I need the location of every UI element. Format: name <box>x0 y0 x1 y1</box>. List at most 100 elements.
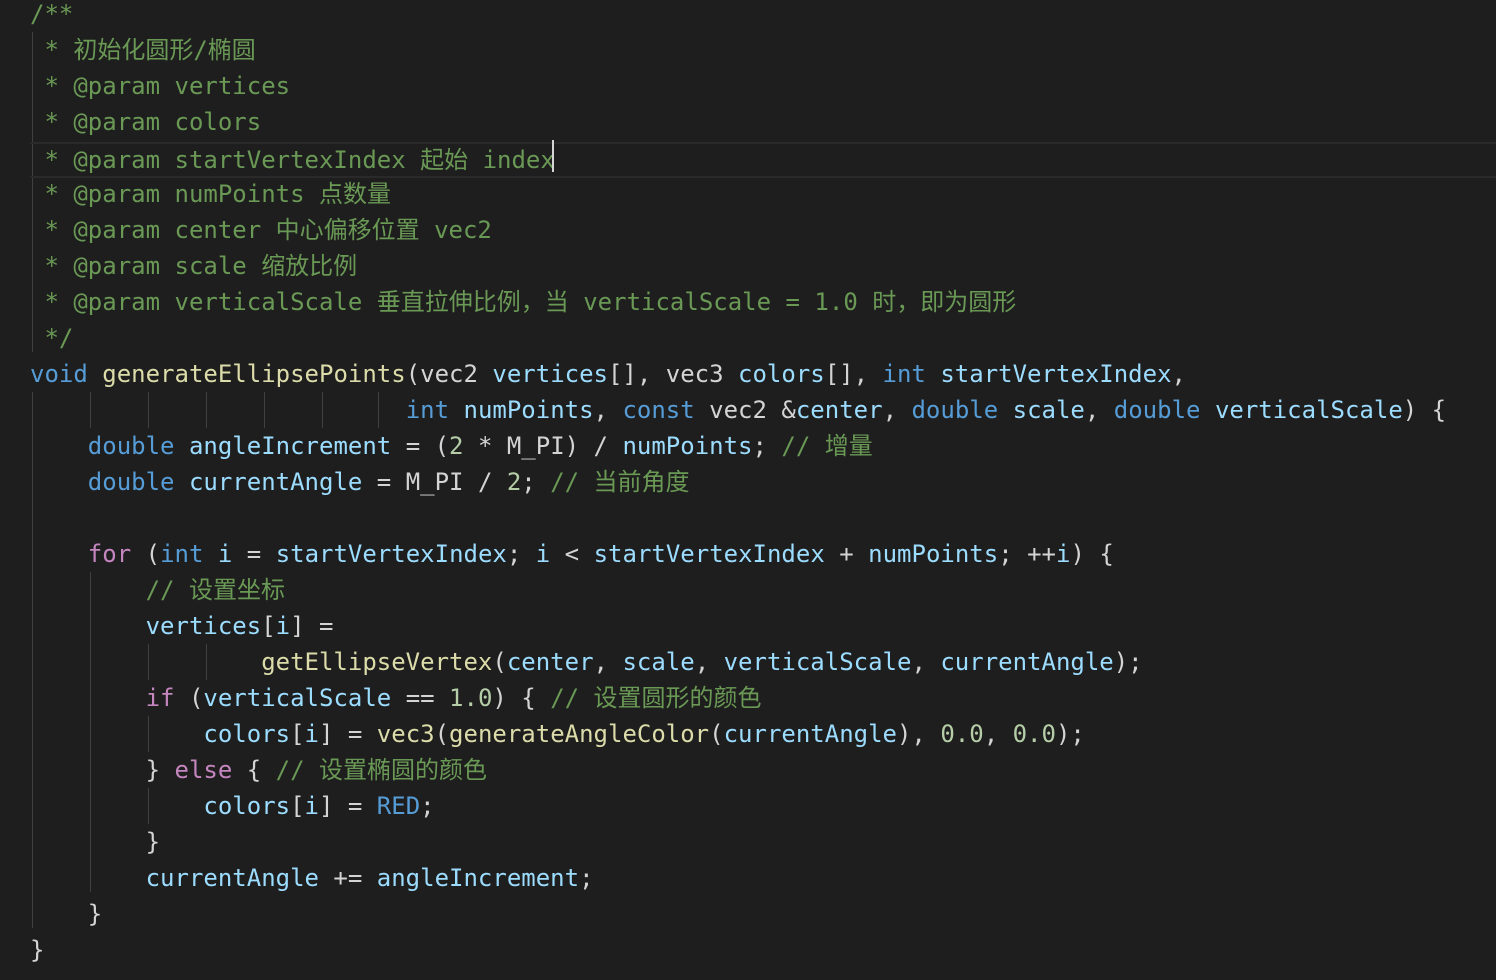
code-line[interactable]: vertices[i] = <box>30 608 334 644</box>
code-token: getEllipseVertex <box>261 648 493 676</box>
code-token: ) { <box>1402 396 1447 424</box>
code-token: 0.0 <box>1012 720 1056 748</box>
code-token: , <box>593 396 623 424</box>
code-token: i <box>535 540 551 568</box>
code-token: * @param center 中心偏移位置 vec2 <box>30 216 492 244</box>
code-token: vec2 & <box>694 396 796 424</box>
code-token: RED <box>376 792 421 820</box>
code-token: /** <box>30 0 74 28</box>
code-token: vertices <box>492 360 608 388</box>
code-token: ( <box>492 648 507 676</box>
code-token: * @param colors <box>30 108 262 136</box>
code-token: */ <box>30 324 74 352</box>
code-token: // 设置坐标 <box>145 576 285 604</box>
code-line[interactable]: int numPoints, const vec2 &center, doubl… <box>30 392 1446 428</box>
code-token: double <box>911 396 999 424</box>
code-line[interactable]: * @param verticalScale 垂直拉伸比例，当 vertical… <box>30 284 1016 320</box>
code-line[interactable]: for (int i = startVertexIndex; i < start… <box>30 536 1114 572</box>
code-line[interactable]: * @param center 中心偏移位置 vec2 <box>30 212 492 248</box>
code-token: ; <box>420 792 435 820</box>
code-line[interactable]: } <box>30 824 160 860</box>
code-token: generateAngleColor <box>449 720 710 748</box>
code-token: } <box>30 900 103 928</box>
code-line[interactable]: /** <box>30 0 73 32</box>
code-line[interactable]: * @param scale 缩放比例 <box>30 248 357 284</box>
code-token: // 当前角度 <box>550 468 690 496</box>
code-line[interactable]: } else { // 设置椭圆的颜色 <box>30 752 487 788</box>
code-token: , <box>882 396 912 424</box>
code-token: ; <box>752 432 782 460</box>
code-token: ( <box>131 540 161 568</box>
code-token: void <box>30 360 88 388</box>
code-token: , <box>911 648 941 676</box>
code-line[interactable]: * @param numPoints 点数量 <box>30 176 391 212</box>
code-token: ( <box>434 720 450 748</box>
code-line[interactable]: * 初始化圆形/椭圆 <box>30 32 256 68</box>
code-line[interactable]: getEllipseVertex(center, scale, vertical… <box>30 644 1142 680</box>
code-token: += <box>318 864 377 892</box>
code-token: * @param startVertexIndex 起始 index <box>30 146 555 174</box>
code-token: startVertexIndex <box>593 540 825 568</box>
code-editor[interactable]: /** * 初始化圆形/椭圆 * @param vertices * @para… <box>0 0 1496 980</box>
code-line[interactable]: colors[i] = vec3(generateAngleColor(curr… <box>30 716 1085 752</box>
code-token: ] = <box>319 720 377 748</box>
code-token: , <box>1171 360 1186 388</box>
code-token: vec3 <box>376 720 435 748</box>
code-token: ( <box>709 720 724 748</box>
code-line[interactable]: if (verticalScale == 1.0) { // 设置圆形的颜色 <box>30 680 762 716</box>
code-token: = ( <box>391 432 450 460</box>
code-line[interactable]: colors[i] = RED; <box>30 788 435 824</box>
code-token: center <box>795 396 883 424</box>
code-token: startVertexIndex <box>940 360 1172 388</box>
code-token: , <box>694 648 724 676</box>
code-line[interactable]: } <box>30 896 102 932</box>
code-token: i <box>1055 540 1071 568</box>
code-token: currentAngle <box>188 468 363 496</box>
code-token: [ <box>290 720 305 748</box>
code-token: i <box>304 720 319 748</box>
code-line[interactable]: * @param colors <box>30 104 261 140</box>
code-token: angleIncrement <box>188 432 392 460</box>
text-cursor <box>552 140 554 172</box>
code-token: i <box>304 792 319 820</box>
code-line[interactable]: double currentAngle = M_PI / 2; // 当前角度 <box>30 464 690 500</box>
code-line[interactable]: currentAngle += angleIncrement; <box>30 860 594 896</box>
code-line[interactable]: double angleIncrement = (2 * M_PI) / num… <box>30 428 873 464</box>
code-token: int <box>405 396 450 424</box>
code-token: ( <box>174 684 204 712</box>
code-token: = <box>232 540 276 568</box>
code-token: verticalScale <box>203 684 392 712</box>
code-token: ); <box>1055 720 1085 748</box>
code-line[interactable]: void generateEllipsePoints(vec2 vertices… <box>30 356 1186 392</box>
code-line[interactable]: } <box>30 932 44 968</box>
code-line[interactable]: * @param vertices <box>30 68 290 104</box>
code-token: } <box>30 756 175 784</box>
code-line[interactable]: */ <box>30 320 73 356</box>
code-line[interactable]: * @param startVertexIndex 起始 index <box>30 142 1496 178</box>
code-token: [], <box>824 360 883 388</box>
code-line[interactable]: // 设置坐标 <box>30 572 285 608</box>
code-token: + <box>824 540 869 568</box>
code-token: center <box>506 648 594 676</box>
code-token: , <box>983 720 1013 748</box>
code-token: * @param numPoints 点数量 <box>30 180 391 208</box>
code-token: ; <box>506 540 536 568</box>
code-token: [], vec3 <box>607 360 739 388</box>
code-token: ), <box>896 720 941 748</box>
code-token: * 初始化圆形/椭圆 <box>30 36 256 64</box>
code-token: = M_PI / <box>362 468 507 496</box>
code-token: int <box>882 360 926 388</box>
